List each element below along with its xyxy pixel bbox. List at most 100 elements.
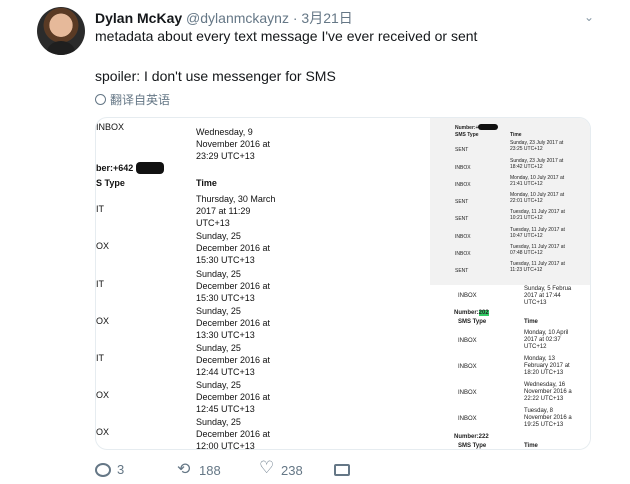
- right-row-type: INBOX: [458, 390, 477, 396]
- right-footer-type: SMS Type: [458, 443, 487, 449]
- mail-icon: [334, 464, 350, 476]
- heart-icon: [259, 458, 275, 478]
- right-first-time: 2017 at 17:44: [524, 293, 561, 299]
- right-row-time: February 2017 at: [524, 363, 570, 369]
- media-left-panel: INBOX Wednesday, 9 November 2016 at 23:2…: [96, 118, 430, 450]
- author-name[interactable]: Dylan McKay: [95, 10, 182, 26]
- avatar[interactable]: [37, 7, 85, 55]
- left-line: Wednesday, 9: [196, 127, 253, 137]
- left-line: Sunday, 25: [196, 231, 241, 241]
- media-right-bottom: INBOX Sunday, 5 Februa 2017 at 17:44 UTC…: [430, 285, 590, 449]
- author-handle[interactable]: @dylanmckaynz: [186, 10, 289, 26]
- left-type: OX: [96, 427, 110, 437]
- left-type: IT: [96, 204, 104, 214]
- retweet-count: 188: [199, 462, 221, 478]
- right-row-time: Tuesday, 11 July 2017 at 11:23 UTC+12: [510, 261, 565, 273]
- left-line: 12:00 UTC+13: [196, 441, 255, 450]
- left-line: November 2016 at: [196, 139, 271, 149]
- left-type: OX: [96, 316, 110, 326]
- tweet-text-line-2: spoiler: I don't use messenger for SMS: [95, 68, 336, 84]
- left-line: December 2016 at: [196, 392, 271, 402]
- right-row-time: Sunday, 23 July 2017 at 23:25 UTC+12: [510, 140, 564, 152]
- right-row-time: November 2016 a: [524, 415, 572, 421]
- right-footer-time: Time: [524, 443, 538, 449]
- right-row-time: 18:20 UTC+13: [524, 370, 564, 376]
- reply-icon: [95, 462, 111, 477]
- redaction-bar: [136, 162, 164, 174]
- right-row-time: 2017 at 02:37: [524, 337, 561, 343]
- left-type: IT: [96, 353, 104, 363]
- left-line: December 2016 at: [196, 281, 271, 291]
- right-row-type: INBOX: [455, 182, 471, 188]
- left-line: Thursday, 30 March: [196, 194, 276, 204]
- right-first-time: Sunday, 5 Februa: [524, 286, 572, 292]
- left-line: December 2016 at: [196, 355, 271, 365]
- globe-icon: [95, 94, 106, 105]
- left-line: 15:30 UTC+13: [196, 255, 255, 265]
- right-row-type: INBOX: [458, 364, 477, 370]
- reply-button[interactable]: 3: [95, 462, 124, 477]
- right-number-label: Number:202: [454, 310, 489, 316]
- left-line: 12:45 UTC+13: [196, 404, 255, 414]
- right-row-type: SENT: [455, 199, 469, 205]
- tweet-text-line-1: metadata about every text message I've e…: [95, 28, 478, 44]
- right-row-time: Tuesday, 11 July 2017 at 10:47 UTC+12: [510, 227, 565, 239]
- right-row-time: Monday, 10 April: [524, 330, 569, 336]
- left-line: 2017 at 11:29: [196, 206, 251, 216]
- right-first-type: INBOX: [458, 293, 477, 299]
- translate-link[interactable]: 翻译自英语: [95, 91, 170, 108]
- right-row-time: Monday, 10 July 2017 at 22:01 UTC+12: [510, 192, 565, 204]
- left-line: Sunday, 25: [196, 343, 241, 353]
- left-line: Sunday, 25: [196, 306, 241, 316]
- right-row-time: 22:22 UTC+13: [524, 396, 564, 402]
- like-button[interactable]: 238: [259, 458, 303, 478]
- retweet-icon: [177, 459, 193, 479]
- left-col-type: S Type: [96, 178, 125, 188]
- right-row-time: Tuesday, 11 July 2017 at 07:48 UTC+12: [510, 244, 565, 256]
- right-number2-label: Number:222: [454, 434, 489, 440]
- right-row-time: 19:25 UTC+13: [524, 422, 564, 428]
- left-line: December 2016 at: [196, 243, 271, 253]
- right-col-time: Time: [510, 132, 522, 138]
- retweet-button[interactable]: 188: [177, 459, 221, 479]
- chevron-down-icon[interactable]: ⌄: [584, 10, 594, 24]
- right-row-time: UTC+12: [524, 344, 547, 350]
- tweet-header: Dylan McKay @dylanmckaynz · 3月21日: [95, 8, 353, 28]
- right-col-time: Time: [524, 319, 538, 325]
- tweet-media-image[interactable]: INBOX Wednesday, 9 November 2016 at 23:2…: [95, 117, 591, 450]
- right-row-type: INBOX: [458, 416, 477, 422]
- left-line: December 2016 at: [196, 429, 271, 439]
- media-right-panel: Number:+642 SMS Type Time SENT Sunday, 2…: [430, 118, 590, 449]
- left-line: Sunday, 25: [196, 380, 241, 390]
- left-line: December 2016 at: [196, 318, 271, 328]
- right-row-time: Tuesday, 11 July 2017 at 10:21 UTC+12: [510, 209, 565, 221]
- left-line: Sunday, 25: [196, 269, 241, 279]
- direct-message-button[interactable]: [334, 462, 350, 476]
- right-row-type: SENT: [455, 216, 469, 222]
- right-row-time: Monday, 10 July 2017 at 21:41 UTC+12: [510, 175, 565, 187]
- left-line: Sunday, 25: [196, 417, 241, 427]
- separator: ·: [292, 10, 298, 26]
- tweet-date[interactable]: 3月21日: [301, 10, 352, 26]
- left-line: 12:44 UTC+13: [196, 367, 255, 377]
- left-col-time: Time: [196, 178, 217, 188]
- left-type: OX: [96, 390, 110, 400]
- right-row-type: INBOX: [455, 251, 471, 257]
- left-line: 13:30 UTC+13: [196, 330, 255, 340]
- right-row-type: INBOX: [458, 338, 477, 344]
- redaction-bar: [478, 124, 498, 130]
- right-row-time: Sunday, 23 July 2017 at 18:42 UTC+12: [510, 158, 564, 170]
- left-line: 23:29 UTC+13: [196, 151, 255, 161]
- left-type: IT: [96, 279, 104, 289]
- translate-label: 翻译自英语: [110, 93, 171, 107]
- number-label: Number:: [454, 310, 479, 316]
- number-highlight: 202: [478, 310, 489, 316]
- left-type: OX: [96, 241, 110, 251]
- right-row-type: INBOX: [455, 165, 471, 171]
- right-row-type: SENT: [455, 268, 469, 274]
- tweet-actions: 3 188 238: [95, 458, 615, 482]
- left-line-inbox-top: INBOX: [96, 122, 125, 132]
- like-count: 238: [281, 462, 303, 478]
- right-col-type: SMS Type: [455, 132, 479, 138]
- left-number-label: ber:+642: [96, 163, 134, 173]
